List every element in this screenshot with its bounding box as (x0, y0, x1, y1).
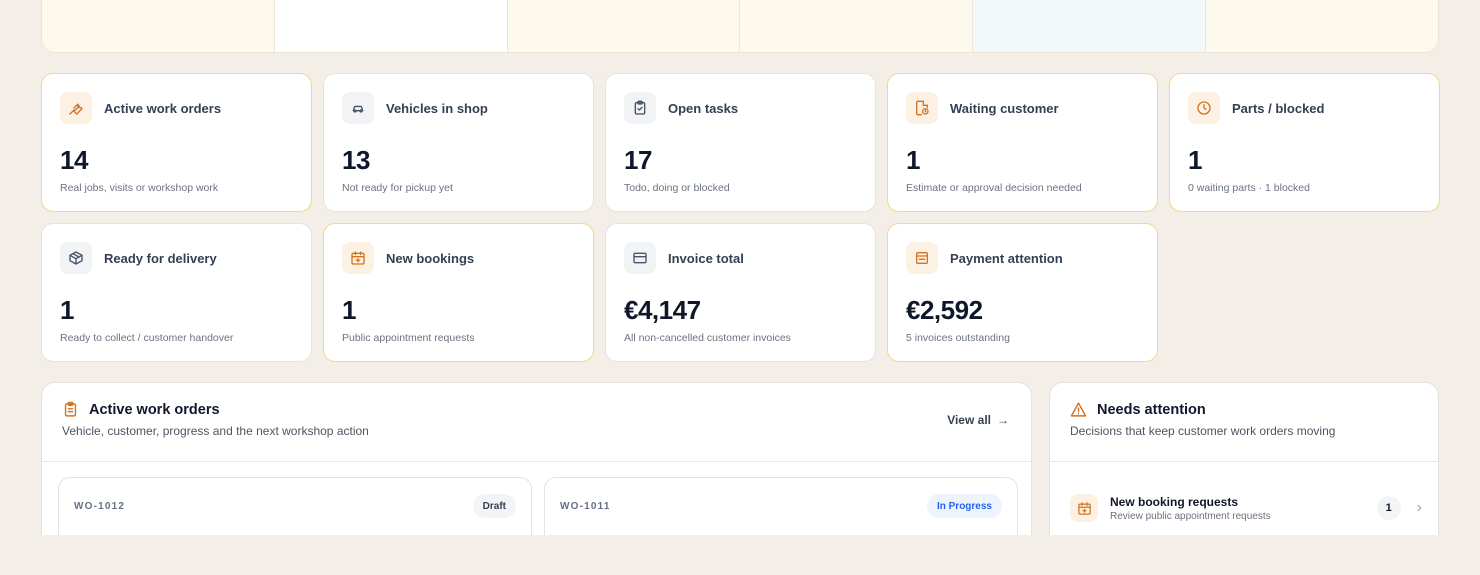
work-order-card[interactable]: WO-1011 In Progress (544, 477, 1018, 535)
stat-card-open-tasks[interactable]: Open tasks 17 Todo, doing or blocked (605, 73, 876, 212)
clipboard-check-icon (624, 92, 656, 124)
stat-value: 1 (60, 295, 74, 325)
panel-title: Active work orders (89, 401, 220, 418)
panel-header: Needs attention Decisions that keep cust… (1050, 383, 1438, 462)
strip-segment (1206, 0, 1438, 52)
attention-item-booking-requests[interactable]: New booking requests Review public appoi… (1070, 490, 1422, 526)
stat-card-invoice-total[interactable]: Invoice total €4,147 All non-cancelled c… (605, 223, 876, 362)
strip-segment (507, 0, 741, 52)
work-order-id: WO-1011 (560, 501, 611, 512)
stat-subtitle: Real jobs, visits or workshop work (60, 182, 219, 194)
stat-value: 1 (906, 145, 920, 175)
stat-subtitle: 5 invoices outstanding (906, 332, 1010, 344)
warning-triangle-icon (1070, 402, 1087, 417)
stat-title: New bookings (386, 250, 475, 266)
chevron-right-icon: › (1416, 499, 1422, 516)
strip-segment (274, 0, 508, 52)
stat-title: Open tasks (668, 100, 739, 116)
attention-item-subtitle: Review public appointment requests (1110, 510, 1271, 522)
wallet-icon (906, 242, 938, 274)
stat-subtitle: Public appointment requests (342, 332, 475, 344)
stat-value: 1 (1188, 145, 1202, 175)
stat-subtitle: All non-cancelled customer invoices (624, 332, 791, 344)
stat-value: 17 (624, 145, 652, 175)
strip-segment (740, 0, 974, 52)
clipboard-list-icon (64, 401, 77, 417)
panel-title: Needs attention (1097, 401, 1206, 418)
stat-card-active-work-orders[interactable]: Active work orders 14 Real jobs, visits … (41, 73, 312, 212)
wrench-icon (60, 92, 92, 124)
arrow-right-icon: → (997, 413, 1009, 427)
stat-title: Vehicles in shop (386, 100, 488, 116)
summary-strip (41, 0, 1439, 53)
panel-header: Active work orders Vehicle, customer, pr… (42, 383, 1031, 462)
view-all-link[interactable]: View all → (947, 413, 1009, 427)
stat-title: Parts / blocked (1232, 100, 1325, 116)
package-icon (60, 242, 92, 274)
stats-grid: Active work orders 14 Real jobs, visits … (41, 73, 1440, 362)
work-order-id: WO-1012 (74, 501, 126, 512)
stat-subtitle: Estimate or approval decision needed (906, 182, 1082, 194)
status-badge: Draft (472, 494, 516, 518)
stat-card-new-bookings[interactable]: New bookings 1 Public appointment reques… (323, 223, 594, 362)
stat-card-ready-for-delivery[interactable]: Ready for delivery 1 Ready to collect / … (41, 223, 312, 362)
stat-subtitle: Ready to collect / customer handover (60, 332, 234, 344)
stat-value: 1 (342, 295, 356, 325)
car-icon (342, 92, 374, 124)
stat-card-payment-attention[interactable]: Payment attention €2,592 5 invoices outs… (887, 223, 1158, 362)
calendar-plus-icon (342, 242, 374, 274)
stat-subtitle: Not ready for pickup yet (342, 182, 453, 194)
work-order-card[interactable]: WO-1012 Draft (58, 477, 532, 535)
stat-value: €4,147 (624, 295, 701, 325)
stat-value: 13 (342, 145, 370, 175)
stat-subtitle: 0 waiting parts · 1 blocked (1188, 182, 1310, 194)
stat-title: Payment attention (950, 250, 1063, 266)
calendar-plus-icon (1070, 494, 1098, 522)
panel-subtitle: Decisions that keep customer work orders… (1070, 424, 1336, 438)
clock-icon (1188, 92, 1220, 124)
stat-title: Ready for delivery (104, 250, 217, 266)
stat-subtitle: Todo, doing or blocked (624, 182, 730, 194)
stat-card-parts-blocked[interactable]: Parts / blocked 1 0 waiting parts · 1 bl… (1169, 73, 1440, 212)
active-work-orders-panel: Active work orders Vehicle, customer, pr… (41, 382, 1032, 535)
stat-value: 14 (60, 145, 88, 175)
stat-title: Invoice total (668, 250, 744, 266)
strip-segment (42, 0, 275, 52)
stat-title: Waiting customer (950, 100, 1059, 116)
stat-title: Active work orders (104, 100, 222, 116)
view-all-label: View all (947, 413, 991, 427)
needs-attention-panel: Needs attention Decisions that keep cust… (1049, 382, 1439, 535)
panel-subtitle: Vehicle, customer, progress and the next… (62, 424, 369, 438)
stat-card-waiting-customer[interactable]: Waiting customer 1 Estimate or approval … (887, 73, 1158, 212)
stat-value: €2,592 (906, 295, 983, 325)
file-clock-icon (906, 92, 938, 124)
count-badge: 1 (1376, 496, 1401, 520)
status-badge: In Progress (926, 494, 1002, 518)
attention-item-title: New booking requests (1110, 494, 1239, 509)
stat-card-vehicles-in-shop[interactable]: Vehicles in shop 13 Not ready for pickup… (323, 73, 594, 212)
credit-card-icon (624, 242, 656, 274)
strip-segment (973, 0, 1207, 52)
